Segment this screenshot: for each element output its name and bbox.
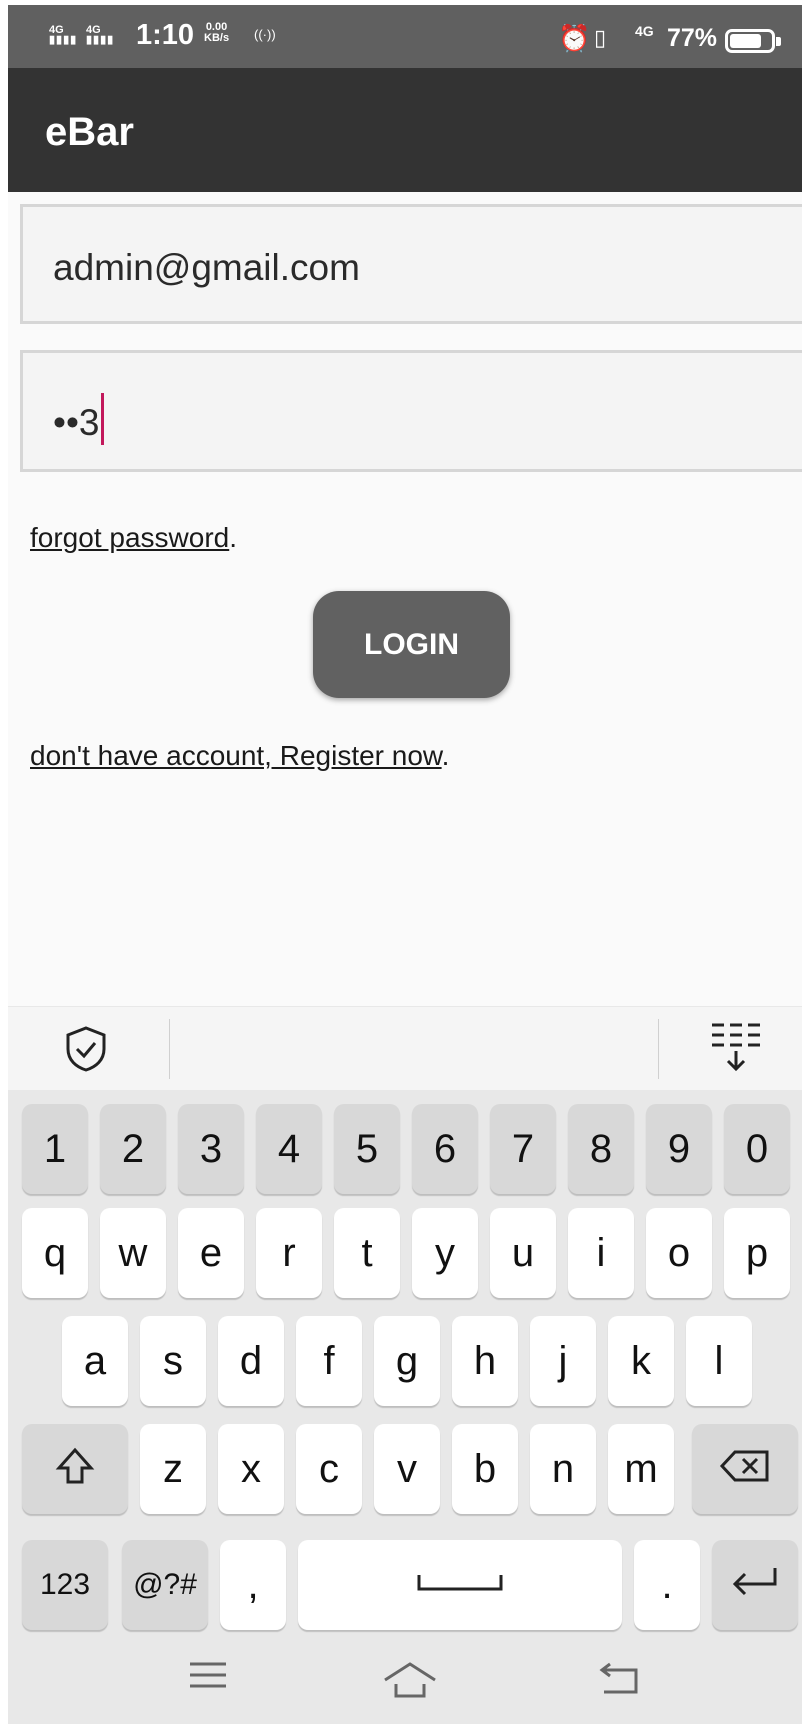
register-line: don't have account, Register now.: [30, 740, 449, 772]
shift-icon: [55, 1447, 95, 1484]
number-key[interactable]: 1: [22, 1104, 88, 1194]
login-button[interactable]: LOGIN: [313, 591, 510, 698]
password-field[interactable]: ••3: [20, 350, 802, 472]
letter-key[interactable]: u: [490, 1208, 556, 1298]
app-bar: eBar: [8, 68, 802, 192]
letter-key[interactable]: m: [608, 1424, 674, 1514]
toolbar-divider: [658, 1019, 659, 1079]
register-link[interactable]: don't have account, Register now: [30, 740, 442, 771]
letter-key[interactable]: g: [374, 1316, 440, 1406]
number-key[interactable]: 7: [490, 1104, 556, 1194]
letter-key[interactable]: s: [140, 1316, 206, 1406]
space-key[interactable]: [298, 1540, 622, 1630]
number-key[interactable]: 3: [178, 1104, 244, 1194]
shield-check-icon[interactable]: [64, 1025, 108, 1078]
letter-key[interactable]: q: [22, 1208, 88, 1298]
email-field[interactable]: admin@gmail.com: [20, 204, 802, 324]
letter-key[interactable]: t: [334, 1208, 400, 1298]
app-title: eBar: [45, 110, 134, 154]
alarm-icon: ⏰: [558, 23, 591, 53]
login-screen: admin@gmail.com ••3 forgot password. LOG…: [8, 192, 802, 1006]
letter-key[interactable]: c: [296, 1424, 362, 1514]
letter-key[interactable]: o: [646, 1208, 712, 1298]
number-key[interactable]: 8: [568, 1104, 634, 1194]
number-key[interactable]: 0: [724, 1104, 790, 1194]
enter-key[interactable]: [712, 1540, 798, 1630]
comma-key[interactable]: ,: [220, 1540, 286, 1630]
text-caret: [100, 393, 104, 445]
menu-icon[interactable]: [188, 1660, 228, 1695]
hotspot-icon: ((·)): [254, 27, 276, 42]
keyboard: 123 @?# , . 1234567890qwertyuiopasdfghjk…: [8, 1090, 802, 1724]
back-icon[interactable]: [598, 1660, 642, 1701]
letter-key[interactable]: z: [140, 1424, 206, 1514]
letter-key[interactable]: x: [218, 1424, 284, 1514]
backspace-icon: [719, 1448, 771, 1482]
letter-key[interactable]: k: [608, 1316, 674, 1406]
keyboard-toolbar: [8, 1006, 802, 1090]
signal-sim1: 4G ▮▮▮▮: [49, 25, 78, 46]
number-key[interactable]: 2: [100, 1104, 166, 1194]
letter-key[interactable]: e: [178, 1208, 244, 1298]
forgot-password-line: forgot password.: [30, 522, 237, 554]
letter-key[interactable]: v: [374, 1424, 440, 1514]
signal-sim2: 4G ▮▮▮▮: [86, 25, 115, 46]
number-key[interactable]: 9: [646, 1104, 712, 1194]
letter-key[interactable]: h: [452, 1316, 518, 1406]
battery-icon: [725, 29, 781, 53]
letter-key[interactable]: y: [412, 1208, 478, 1298]
battery-fill: [730, 34, 761, 48]
network-type: 4G: [635, 23, 654, 39]
network-speed: 0.00 KB/s: [204, 22, 229, 44]
number-key[interactable]: 5: [334, 1104, 400, 1194]
letter-key[interactable]: w: [100, 1208, 166, 1298]
letter-key[interactable]: i: [568, 1208, 634, 1298]
password-text: ••3: [53, 402, 100, 443]
enter-icon: [729, 1564, 781, 1597]
battery-percent: 77%: [667, 24, 718, 52]
battery-tip: [776, 37, 781, 46]
letter-key[interactable]: l: [686, 1316, 752, 1406]
forgot-password-link[interactable]: forgot password: [30, 522, 229, 553]
space-bar-icon: [415, 1559, 505, 1603]
period-key[interactable]: .: [634, 1540, 700, 1630]
signal-bars-icon: ▮▮▮▮: [49, 34, 78, 46]
home-icon[interactable]: [382, 1660, 438, 1705]
letter-key[interactable]: p: [724, 1208, 790, 1298]
letter-key[interactable]: d: [218, 1316, 284, 1406]
symbols-key[interactable]: @?#: [122, 1540, 208, 1630]
register-suffix: .: [441, 740, 450, 771]
password-value[interactable]: ••3: [53, 393, 104, 445]
letter-key[interactable]: a: [62, 1316, 128, 1406]
letter-key[interactable]: f: [296, 1316, 362, 1406]
mode-123-key[interactable]: 123: [22, 1540, 108, 1630]
vibrate-icon: ▯: [594, 25, 607, 50]
letter-key[interactable]: b: [452, 1424, 518, 1514]
number-key[interactable]: 4: [256, 1104, 322, 1194]
keyboard-hide-icon[interactable]: [708, 1019, 764, 1078]
shift-key[interactable]: [22, 1424, 128, 1514]
signal-bars-icon: ▮▮▮▮: [86, 34, 115, 46]
letter-key[interactable]: r: [256, 1208, 322, 1298]
forgot-password-suffix: .: [229, 522, 237, 553]
backspace-key[interactable]: [692, 1424, 798, 1514]
status-bar: 4G ▮▮▮▮ 4G ▮▮▮▮ 1:10 0.00 KB/s ((·)) ⏰ ▯…: [8, 5, 802, 68]
email-value[interactable]: admin@gmail.com: [53, 247, 360, 289]
letter-key[interactable]: n: [530, 1424, 596, 1514]
number-key[interactable]: 6: [412, 1104, 478, 1194]
letter-key[interactable]: j: [530, 1316, 596, 1406]
clock: 1:10: [136, 19, 195, 51]
network-speed-unit: KB/s: [204, 32, 230, 44]
toolbar-divider: [169, 1019, 170, 1079]
